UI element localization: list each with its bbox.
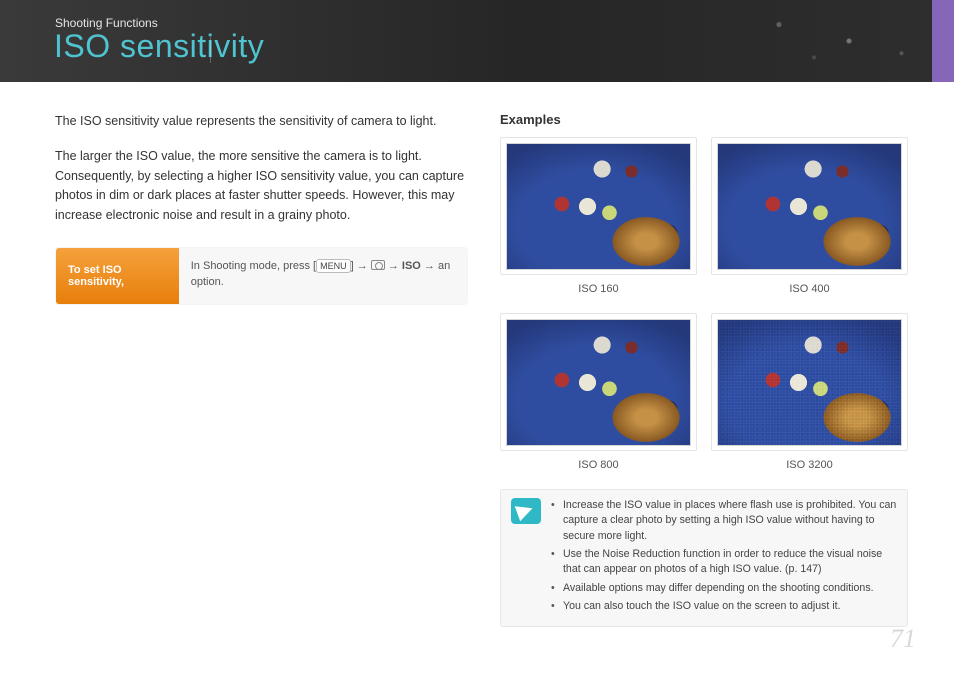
right-column: Examples ISO 160 ISO 400 ISO 800	[500, 112, 908, 627]
howto-box: To set ISO sensitivity, In Shooting mode…	[55, 247, 468, 305]
example-image-iso400	[717, 143, 902, 270]
howto-arrow2: →	[385, 260, 402, 272]
howto-prefix: In Shooting mode, press [	[191, 260, 316, 272]
howto-iso: ISO	[402, 260, 421, 272]
howto-body: In Shooting mode, press [MENU] → → ISO →…	[179, 248, 467, 304]
page-number: 71	[890, 624, 916, 654]
intro-paragraph-2: The larger the ISO value, the more sensi…	[55, 147, 468, 225]
example-card: ISO 800	[500, 313, 697, 471]
page-header: Shooting Functions ISO sensitivity	[0, 0, 954, 82]
example-card: ISO 400	[711, 137, 908, 295]
example-caption: ISO 400	[711, 283, 908, 295]
example-caption: ISO 3200	[711, 459, 908, 471]
note-list: Increase the ISO value in places where f…	[551, 498, 897, 615]
header-accent	[932, 0, 954, 82]
example-card: ISO 3200	[711, 313, 908, 471]
examples-heading: Examples	[500, 112, 908, 127]
example-image-iso3200	[717, 319, 902, 446]
note-item: Use the Noise Reduction function in orde…	[551, 547, 897, 578]
left-column: The ISO sensitivity value represents the…	[55, 112, 468, 627]
example-image-iso160	[506, 143, 691, 270]
note-box: Increase the ISO value in places where f…	[500, 489, 908, 627]
note-item: You can also touch the ISO value on the …	[551, 599, 897, 614]
examples-grid: ISO 160 ISO 400 ISO 800 ISO 3200	[500, 137, 908, 471]
example-image-iso800	[506, 319, 691, 446]
howto-label: To set ISO sensitivity,	[56, 248, 179, 304]
example-caption: ISO 800	[500, 459, 697, 471]
note-item: Increase the ISO value in places where f…	[551, 498, 897, 544]
note-pen-icon	[511, 498, 541, 524]
menu-button-icon: MENU	[316, 259, 351, 273]
intro-paragraph-1: The ISO sensitivity value represents the…	[55, 112, 468, 131]
howto-mid1: ] →	[351, 260, 371, 272]
camera-icon	[371, 260, 385, 270]
example-card: ISO 160	[500, 137, 697, 295]
content: The ISO sensitivity value represents the…	[0, 82, 954, 627]
title-divider	[210, 37, 262, 63]
note-item: Available options may differ depending o…	[551, 581, 897, 596]
example-caption: ISO 160	[500, 283, 697, 295]
